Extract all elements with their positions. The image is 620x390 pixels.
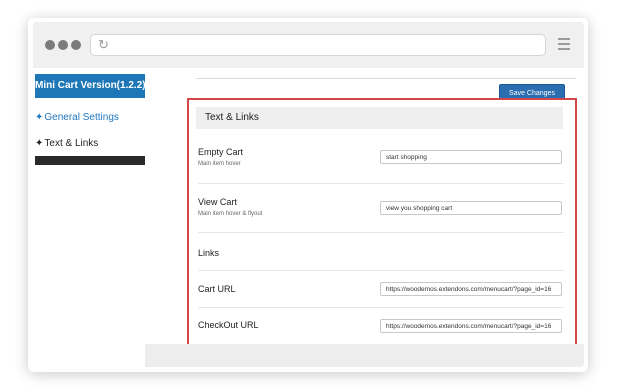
checkout-url-label: CheckOut URL <box>198 320 259 330</box>
gear-icon: ✦ <box>35 112 44 123</box>
hamburger-menu-icon[interactable] <box>558 38 570 53</box>
plugin-version-title: Mini Cart Version(1.2.2) <box>35 74 146 98</box>
window-dot-icon[interactable] <box>45 40 55 50</box>
links-label: Links <box>198 248 220 258</box>
text-links-panel: Text & Links Empty Cart Main item hover … <box>187 98 577 352</box>
sidebar-item-general-settings[interactable]: ✦ General Settings <box>35 112 119 123</box>
empty-cart-input[interactable]: start shopping <box>380 150 562 164</box>
sidebar-item-text-links[interactable]: ✦ Text & Links <box>35 138 98 149</box>
gear-icon: ✦ <box>35 138 44 149</box>
window-dot-icon[interactable] <box>58 40 68 50</box>
settings-content: Save Changes Text & Links Empty Cart Mai… <box>145 68 584 367</box>
sidebar-item-label: Text & Links <box>44 138 99 149</box>
content-divider <box>196 78 576 79</box>
row-divider <box>198 232 564 233</box>
sidebar-divider <box>35 156 145 165</box>
settings-sidebar: Mini Cart Version(1.2.2) ✦ General Setti… <box>33 68 146 367</box>
address-bar[interactable]: ↻ <box>90 34 546 56</box>
sidebar-item-label: General Settings <box>44 112 119 123</box>
empty-cart-label: Empty Cart <box>198 147 244 157</box>
view-cart-input[interactable]: view you shopping cart <box>380 201 562 215</box>
browser-window: ↻ Mini Cart Version(1.2.2) ✦ General Set… <box>33 22 584 367</box>
checkout-url-input[interactable]: https://woodemos.extendons.com/menucart/… <box>380 319 562 333</box>
cart-url-input[interactable]: https://woodemos.extendons.com/menucart/… <box>380 282 562 296</box>
cart-url-label: Cart URL <box>198 284 236 294</box>
row-divider <box>198 183 564 184</box>
empty-cart-sublabel: Main item hover <box>198 161 241 167</box>
footer-strip <box>145 344 584 367</box>
window-dot-icon[interactable] <box>71 40 81 50</box>
panel-heading: Text & Links <box>196 107 563 129</box>
browser-toolbar: ↻ <box>33 22 584 69</box>
reload-icon[interactable]: ↻ <box>98 37 109 53</box>
view-cart-sublabel: Main item hover & flyout <box>198 211 263 217</box>
view-cart-label: View Cart <box>198 197 237 207</box>
row-divider <box>198 270 564 271</box>
row-divider <box>198 307 564 308</box>
